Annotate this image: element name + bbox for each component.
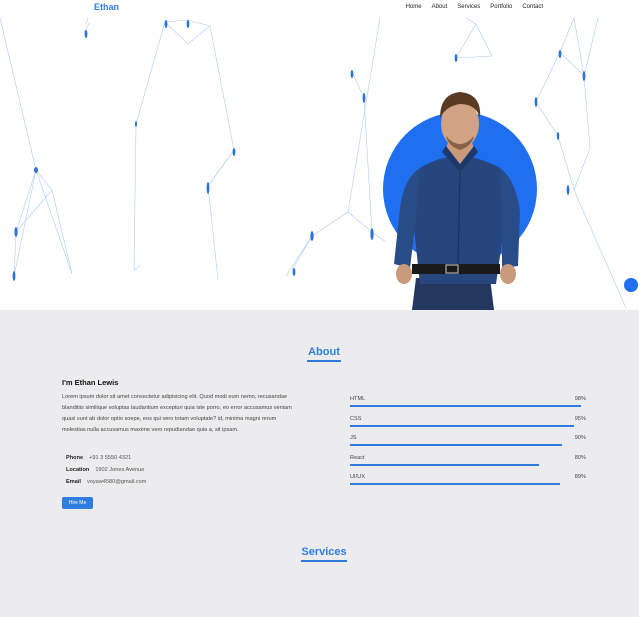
network-lines-background — [0, 18, 627, 309]
info-email-value: voyaw4580@gmail.com — [86, 479, 147, 485]
info-phone-label: Phone — [66, 455, 84, 461]
info-location: Location 1902 Jones Avenue — [66, 467, 144, 473]
skill-name: CSS — [350, 415, 362, 422]
hire-me-button[interactable]: Hire Me — [62, 497, 93, 509]
skill-track — [350, 444, 586, 446]
scroll-up-button[interactable] — [624, 278, 638, 292]
skill-progress-bar — [350, 424, 575, 427]
skill-row: CSS 95% — [350, 416, 586, 436]
info-phone: Phone +91 3 5550 4321 — [66, 455, 131, 461]
skill-name: React — [350, 454, 365, 461]
skills-list: HTML 98% CSS 95% JS 90% React 80% UI/UX 89% — [350, 396, 586, 494]
skill-row: HTML 98% — [350, 396, 586, 416]
skill-percent: 98% — [574, 396, 586, 402]
skill-percent: 95% — [574, 415, 586, 422]
nav-item-services[interactable]: Services — [457, 4, 480, 10]
skill-progress-bar — [350, 405, 582, 407]
skill-progress-bar — [350, 483, 561, 485]
skill-row: JS 90% — [350, 435, 586, 455]
nav-item-about[interactable]: About — [432, 4, 448, 10]
skill-percent: 89% — [574, 474, 586, 480]
skill-row: React 80% — [350, 455, 586, 475]
skill-name: JS — [350, 435, 357, 441]
info-phone-value: +91 3 5550 4321 — [89, 455, 132, 461]
hero-section — [0, 18, 639, 310]
services-title: Services — [301, 546, 347, 562]
nav-menu: Home About Services Portfolio Contact — [406, 4, 543, 10]
info-email-label: Email — [66, 479, 81, 485]
skill-percent: 80% — [574, 454, 586, 461]
about-title-text: About — [308, 346, 340, 358]
info-location-label: Location — [66, 467, 90, 473]
nav-item-home[interactable]: Home — [406, 4, 422, 10]
about-title-underline — [307, 360, 341, 362]
skill-track — [350, 483, 586, 485]
nav-item-contact[interactable]: Contact — [522, 4, 543, 10]
skill-track — [350, 463, 586, 466]
about-title: About — [307, 346, 341, 362]
services-title-underline — [301, 560, 347, 562]
about-heading: I'm Ethan Lewis — [62, 378, 119, 387]
brand-logo[interactable]: Ethan — [94, 2, 119, 12]
skill-percent: 90% — [574, 435, 586, 441]
about-section: About I'm Ethan Lewis Lorem ipsum dolor … — [0, 310, 639, 617]
services-title-text: Services — [301, 546, 347, 558]
skill-row: UI/UX 89% — [350, 474, 586, 494]
skill-progress-bar — [350, 463, 539, 466]
navbar: Ethan Home About Services Portfolio Cont… — [0, 0, 639, 18]
skill-track — [350, 405, 586, 407]
skill-track — [350, 424, 586, 427]
about-paragraph: Lorem ipsum dolor sit amet consectetur a… — [62, 394, 292, 433]
skill-name: UI/UX — [350, 474, 365, 480]
skill-name: HTML — [350, 396, 366, 402]
profile-photo — [394, 92, 520, 310]
info-email: Email voyaw4580@gmail.com — [66, 479, 146, 485]
skill-progress-bar — [350, 444, 563, 446]
info-location-value: 1902 Jones Avenue — [95, 467, 145, 473]
nav-item-portfolio[interactable]: Portfolio — [490, 4, 512, 10]
